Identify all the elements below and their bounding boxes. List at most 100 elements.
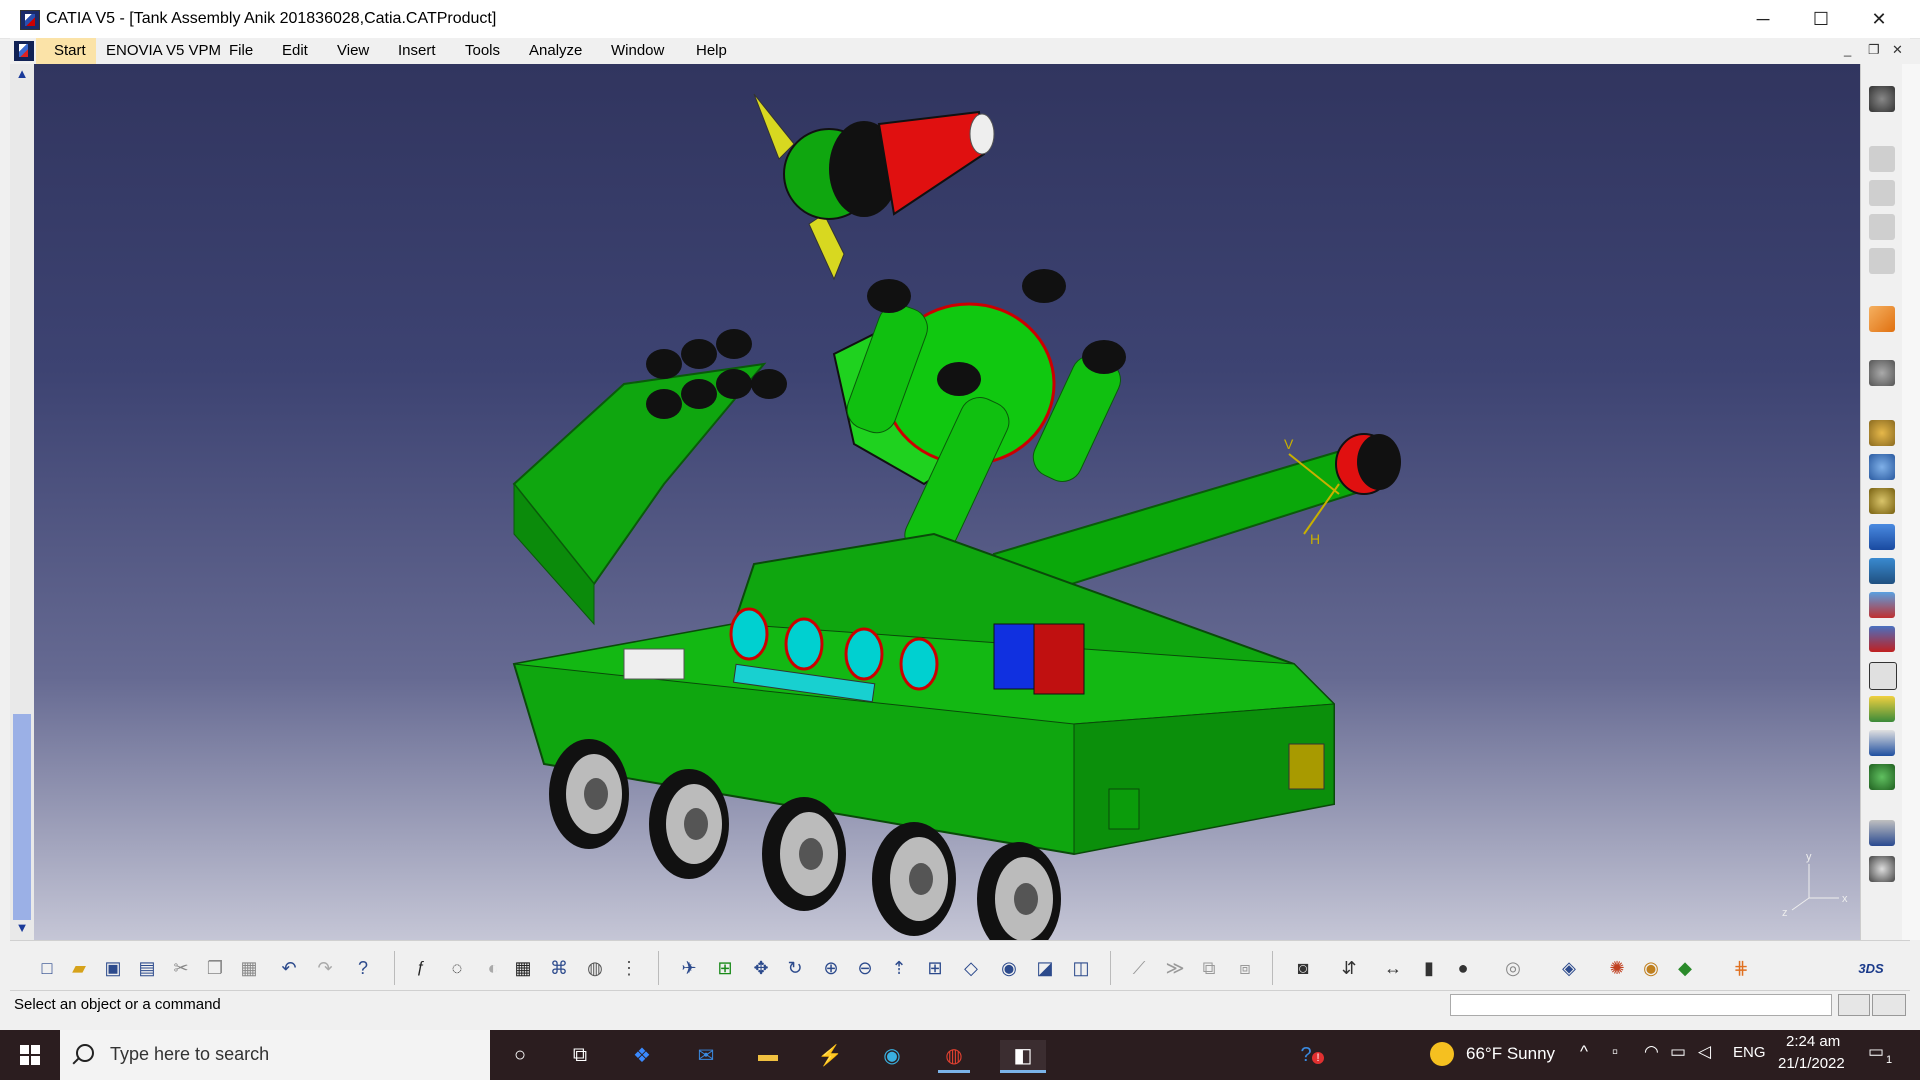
axis-compass[interactable]: y x z — [1782, 851, 1848, 919]
menu-start[interactable]: Start — [36, 38, 96, 64]
material-icon[interactable]: ✺ — [1604, 955, 1630, 981]
fly-mode-icon[interactable]: ✈ — [676, 955, 702, 981]
status-option-button[interactable] — [1838, 994, 1870, 1016]
menu-file[interactable]: File — [229, 42, 253, 59]
bill-icon[interactable] — [1869, 662, 1897, 690]
rocket-pod-part[interactable] — [512, 329, 787, 626]
catia-taskbar-icon[interactable]: ◧ — [1000, 1040, 1046, 1073]
catalog-icon[interactable]: ◍ — [582, 955, 608, 981]
whats-this-icon[interactable]: ? — [350, 955, 376, 981]
explode-icon[interactable] — [1869, 592, 1895, 618]
render-icon[interactable]: ◉ — [1638, 955, 1664, 981]
pan-icon[interactable]: ✥ — [748, 955, 774, 981]
plane-icon[interactable]: ◈ — [1556, 955, 1582, 981]
open-icon[interactable]: ▰ — [66, 955, 92, 981]
select-icon[interactable] — [1869, 306, 1895, 332]
status-power-input-button[interactable] — [1872, 994, 1906, 1016]
replace-icon[interactable] — [1869, 626, 1895, 652]
task-view-icon[interactable]: ⧉ — [564, 1040, 596, 1070]
taskbar-search-box[interactable]: Type here to search — [60, 1030, 490, 1080]
meet-now-icon[interactable]: ▫ — [1612, 1042, 1618, 1062]
table-icon[interactable]: ▦ — [510, 955, 536, 981]
language-indicator[interactable]: ENG — [1733, 1044, 1766, 1061]
notifications-icon[interactable]: ▭ — [1868, 1042, 1884, 1062]
app-lightning-icon[interactable]: ⚡ — [814, 1040, 846, 1070]
hull-part[interactable] — [512, 532, 1336, 856]
doc-close-button[interactable]: ✕ — [1892, 42, 1903, 58]
scene-icon[interactable] — [1869, 696, 1895, 722]
catalog-assembly-icon[interactable] — [1869, 856, 1895, 882]
edge-icon[interactable]: ◉ — [876, 1040, 908, 1070]
inertia-icon[interactable]: ● — [1450, 955, 1476, 981]
knowledge-icon[interactable]: ⋮ — [616, 955, 642, 981]
maximize-button[interactable]: ☐ — [1792, 0, 1850, 38]
drafting-icon[interactable] — [1869, 820, 1895, 846]
clash-analysis-icon[interactable]: ⧉ — [1196, 955, 1222, 981]
constraint-3-icon[interactable] — [1869, 488, 1895, 514]
publication-icon[interactable] — [1869, 764, 1895, 790]
section-icon[interactable]: ⧈ — [1232, 955, 1258, 981]
distance-icon[interactable]: ↔ — [1380, 955, 1406, 981]
scroll-up-icon[interactable]: ▲ — [10, 66, 34, 84]
compass-icon[interactable] — [1869, 86, 1895, 112]
product-4-icon[interactable] — [1869, 248, 1895, 274]
redo-icon[interactable]: ↷ — [312, 955, 338, 981]
tree-icon[interactable]: ⌘ — [546, 955, 572, 981]
menu-enovia[interactable]: ENOVIA V5 VPM — [106, 42, 221, 59]
wifi-icon[interactable]: ◠ — [1644, 1042, 1659, 1062]
normal-view-icon[interactable]: ⇡ — [886, 955, 912, 981]
windows-start-icon[interactable] — [0, 1030, 60, 1080]
3d-viewport[interactable]: V H y x z — [34, 64, 1860, 940]
iso-view-icon[interactable]: ◇ — [958, 955, 984, 981]
viewport-scrollbar[interactable] — [10, 64, 34, 940]
undo-icon[interactable]: ↶ — [276, 955, 302, 981]
manipulate-icon[interactable]: ⇵ — [1336, 955, 1362, 981]
product-2-icon[interactable] — [1869, 180, 1895, 206]
catia-logo-icon[interactable] — [14, 41, 34, 61]
menu-view[interactable]: View — [337, 42, 369, 59]
zoom-in-icon[interactable]: ⊕ — [818, 955, 844, 981]
cut-icon[interactable]: ✂ — [168, 955, 194, 981]
clock-time[interactable]: 2:24 am — [1786, 1033, 1840, 1050]
scroll-down-icon[interactable]: ▼ — [10, 920, 34, 938]
chrome-icon[interactable]: ◍ — [938, 1040, 970, 1073]
weather-text[interactable]: 66°F Sunny — [1466, 1044, 1555, 1064]
dropbox-icon[interactable]: ❖ — [626, 1040, 658, 1070]
paste-icon[interactable]: ▦ — [236, 955, 262, 981]
constraint-1-icon[interactable] — [1869, 420, 1895, 446]
cortana-icon[interactable]: ○ — [504, 1040, 536, 1070]
swap-space-icon[interactable]: ◫ — [1068, 955, 1094, 981]
scrollbar-thumb[interactable] — [13, 714, 31, 920]
minimize-button[interactable]: ─ — [1734, 0, 1792, 38]
measure-item-icon[interactable]: ≫ — [1162, 955, 1188, 981]
update-icon[interactable]: ◎ — [1500, 955, 1526, 981]
gear-assembly-icon[interactable] — [1869, 360, 1895, 386]
measure-between-icon[interactable]: ⟋ — [1126, 955, 1152, 981]
rotate-icon[interactable]: ↻ — [782, 955, 808, 981]
snap-icon[interactable] — [1869, 558, 1895, 584]
weather-sun-icon[interactable] — [1430, 1042, 1454, 1066]
missile-part[interactable] — [753, 93, 995, 281]
menu-tools[interactable]: Tools — [465, 42, 500, 59]
volume-icon[interactable]: ◁ — [1698, 1042, 1711, 1062]
clash-icon[interactable]: ◐ — [480, 955, 506, 981]
catia-app-icon[interactable] — [20, 10, 40, 30]
battery-icon[interactable]: ▭ — [1670, 1042, 1686, 1062]
hide-show-icon[interactable]: ◪ — [1032, 955, 1058, 981]
save-icon[interactable]: ▣ — [100, 955, 126, 981]
tray-overflow-icon[interactable]: ^ — [1580, 1042, 1588, 1062]
apply-material-icon[interactable]: ◆ — [1672, 955, 1698, 981]
menu-analyze[interactable]: Analyze — [529, 42, 582, 59]
doc-minimize-button[interactable]: _ — [1844, 42, 1851, 57]
close-button[interactable]: ✕ — [1850, 0, 1908, 38]
file-explorer-icon[interactable]: ▬ — [752, 1040, 784, 1070]
command-input[interactable] — [1450, 994, 1832, 1016]
multi-view-icon[interactable]: ⊞ — [922, 955, 948, 981]
menu-insert[interactable]: Insert — [398, 42, 436, 59]
constraint-2-icon[interactable] — [1869, 454, 1895, 480]
turret-part[interactable] — [832, 269, 1127, 566]
graph-icon[interactable] — [1869, 730, 1895, 756]
copy-icon[interactable]: ❐ — [202, 955, 228, 981]
shading-icon[interactable]: ◉ — [996, 955, 1022, 981]
product-1-icon[interactable] — [1869, 146, 1895, 172]
